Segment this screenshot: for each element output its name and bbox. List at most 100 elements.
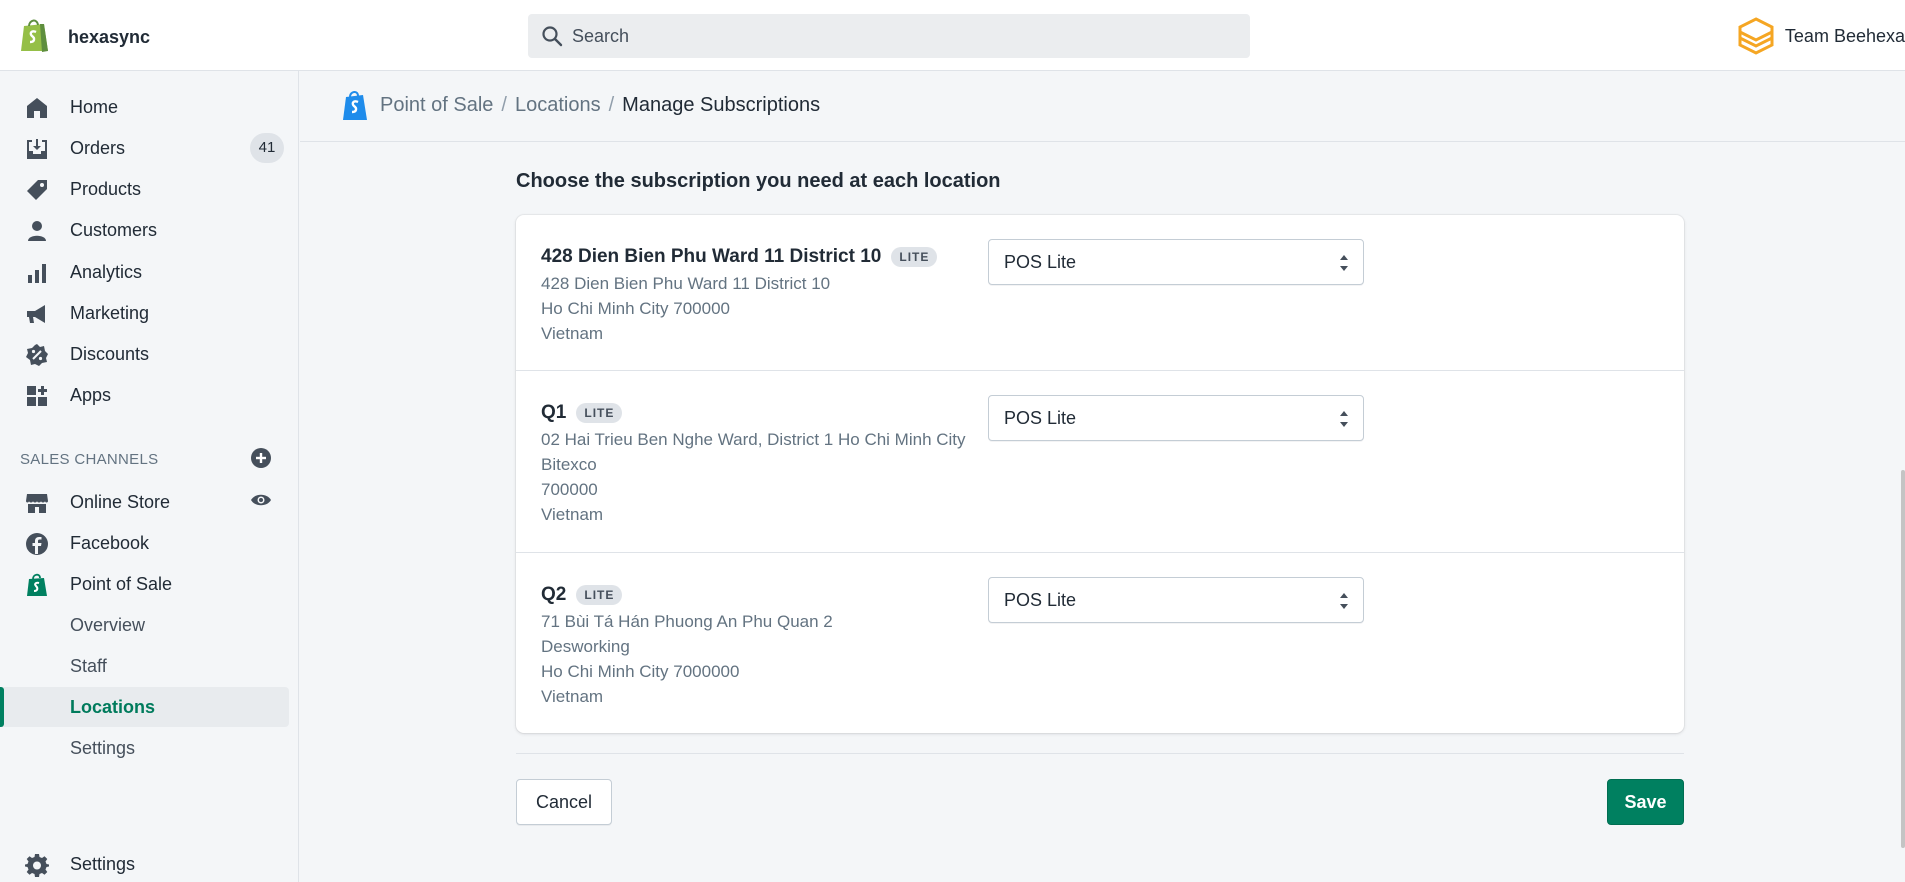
sidebar-subitem-label: Locations — [70, 697, 156, 717]
main-content: Point of Sale / Locations / Manage Subsc… — [300, 71, 1905, 882]
facebook-icon — [26, 533, 48, 555]
location-address: 02 Hai Trieu Ben Nghe Ward, District 1 H… — [541, 427, 966, 527]
gear-icon — [25, 854, 49, 877]
lite-badge: LITE — [576, 585, 623, 605]
sidebar-item-apps[interactable]: Apps — [0, 375, 290, 415]
sidebar-item-label: Customers — [70, 220, 158, 240]
sidebar-subitem-label: Overview — [70, 615, 146, 635]
footer-divider — [516, 753, 1684, 754]
sidebar: Home Orders 41 Products Customers Analyt… — [0, 71, 299, 882]
locations-card: 428 Dien Bien Phu Ward 11 District 10 LI… — [516, 215, 1684, 733]
address-line: Desworking — [541, 637, 630, 656]
discount-icon — [26, 344, 48, 366]
location-address: 428 Dien Bien Phu Ward 11 District 10 Ho… — [541, 271, 830, 346]
sidebar-subitem-label: Settings — [70, 738, 136, 758]
select-arrows-icon — [1340, 411, 1348, 427]
save-button[interactable]: Save — [1607, 779, 1684, 825]
location-name: 428 Dien Bien Phu Ward 11 District 10 — [541, 246, 882, 267]
sidebar-item-facebook[interactable]: Facebook — [0, 523, 290, 563]
sidebar-item-label: Settings — [70, 854, 136, 874]
section-title: Choose the subscription you need at each… — [516, 170, 1001, 192]
home-icon — [27, 98, 47, 118]
subscription-select[interactable]: POS Lite — [988, 395, 1364, 441]
subscription-select[interactable]: POS Lite — [988, 239, 1364, 285]
sidebar-subitem-locations[interactable]: Locations — [0, 687, 289, 727]
cancel-button[interactable]: Cancel — [516, 779, 612, 825]
apps-icon — [27, 386, 47, 406]
address-line: 71 Bùi Tá Hán Phuong An Phu Quan 2 — [541, 612, 833, 631]
select-arrows-icon — [1340, 255, 1348, 271]
search-bar[interactable] — [528, 14, 1250, 58]
location-row: Q2 LITE 71 Bùi Tá Hán Phuong An Phu Quan… — [516, 553, 1684, 733]
subscription-select[interactable]: POS Lite — [988, 577, 1364, 623]
megaphone-icon — [27, 305, 45, 323]
sidebar-item-settings[interactable]: Settings — [0, 844, 290, 882]
add-sales-channel-icon[interactable] — [250, 447, 272, 469]
location-name-wrap: Q2 LITE — [541, 584, 623, 606]
address-line: Vietnam — [541, 505, 604, 524]
sidebar-item-label: Home — [70, 97, 119, 117]
sidebar-item-home[interactable]: Home — [0, 87, 290, 127]
breadcrumb-separator: / — [608, 94, 615, 116]
breadcrumb-current: Manage Subscriptions — [622, 94, 821, 116]
select-arrows-icon — [1340, 593, 1348, 609]
address-line: Ho Chi Minh City 7000000 — [541, 662, 740, 681]
subscription-select-value: POS Lite — [1004, 252, 1077, 272]
search-input[interactable] — [572, 14, 1232, 58]
page-scrollbar[interactable] — [1901, 470, 1905, 848]
sidebar-subitem-pos-settings[interactable]: Settings — [0, 728, 290, 768]
location-name-wrap: 428 Dien Bien Phu Ward 11 District 10 LI… — [541, 246, 938, 268]
sidebar-item-analytics[interactable]: Analytics — [0, 252, 290, 292]
search-icon — [542, 26, 563, 47]
sidebar-item-customers[interactable]: Customers — [0, 210, 290, 250]
tag-icon — [27, 180, 47, 200]
address-line: 02 Hai Trieu Ben Nghe Ward, District 1 H… — [541, 430, 966, 449]
location-row: 428 Dien Bien Phu Ward 11 District 10 LI… — [516, 215, 1684, 371]
sidebar-item-label: Apps — [70, 385, 112, 405]
top-bar: hexasync Team Beehexa — [0, 0, 1905, 71]
sidebar-item-discounts[interactable]: Discounts — [0, 334, 290, 374]
breadcrumb-link-point-of-sale[interactable]: Point of Sale — [380, 94, 493, 117]
sidebar-subitem-staff[interactable]: Staff — [0, 646, 290, 686]
sidebar-item-label: Discounts — [70, 344, 150, 364]
view-store-eye-icon[interactable] — [250, 492, 272, 508]
sidebar-item-label: Orders — [70, 138, 126, 158]
sidebar-item-point-of-sale[interactable]: Point of Sale — [0, 564, 290, 604]
sidebar-item-online-store[interactable]: Online Store — [0, 482, 290, 522]
sidebar-item-label: Point of Sale — [70, 574, 173, 594]
sidebar-item-label: Products — [70, 179, 142, 199]
location-row: Q1 LITE 02 Hai Trieu Ben Nghe Ward, Dist… — [516, 371, 1684, 553]
breadcrumb: Point of Sale / Locations / Manage Subsc… — [380, 94, 820, 117]
store-icon — [26, 494, 48, 513]
address-line: Bitexco — [541, 455, 597, 474]
shopify-logo-icon[interactable] — [18, 17, 52, 53]
lite-badge: LITE — [891, 247, 938, 267]
bar-chart-icon — [28, 264, 46, 283]
sidebar-item-marketing[interactable]: Marketing — [0, 293, 290, 333]
sidebar-item-label: Online Store — [70, 492, 171, 512]
location-name: Q1 — [541, 402, 567, 423]
store-name[interactable]: hexasync — [68, 27, 150, 48]
sidebar-subitem-overview[interactable]: Overview — [0, 605, 290, 645]
sidebar-item-orders[interactable]: Orders 41 — [0, 128, 290, 168]
sidebar-item-label: Marketing — [70, 303, 150, 323]
location-name-wrap: Q1 LITE — [541, 402, 623, 424]
account-name: Team Beehexa — [1784, 25, 1905, 46]
breadcrumb-link-locations[interactable]: Locations — [515, 94, 601, 117]
address-line: Vietnam — [541, 324, 604, 343]
location-name: Q2 — [541, 584, 567, 605]
sidebar-subitem-label: Staff — [70, 656, 107, 676]
pos-app-icon — [343, 91, 367, 120]
address-line: Vietnam — [541, 687, 604, 706]
address-line: 428 Dien Bien Phu Ward 11 District 10 — [541, 274, 831, 293]
lite-badge: LITE — [576, 403, 623, 423]
sidebar-item-products[interactable]: Products — [0, 169, 290, 209]
breadcrumb-separator: / — [501, 94, 507, 116]
account-menu[interactable]: Team Beehexa — [1737, 16, 1905, 56]
address-line: Ho Chi Minh City 700000 — [541, 299, 730, 318]
person-icon — [28, 221, 46, 241]
location-address: 71 Bùi Tá Hán Phuong An Phu Quan 2 Deswo… — [541, 609, 833, 709]
sidebar-item-label: Analytics — [70, 262, 143, 282]
subscription-select-value: POS Lite — [1004, 408, 1077, 428]
sales-channels-heading: SALES CHANNELS — [20, 451, 159, 468]
